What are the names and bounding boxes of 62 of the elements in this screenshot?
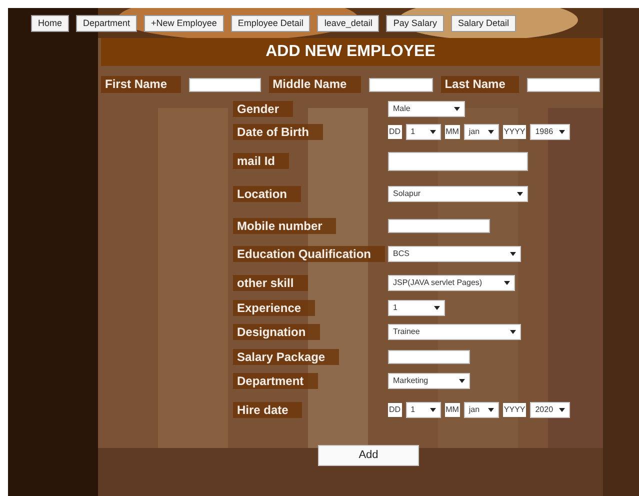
select-field[interactable]: jan	[464, 402, 499, 418]
date-part-label: MM	[444, 403, 460, 417]
caret-icon	[488, 408, 494, 412]
caret-icon	[430, 130, 436, 134]
field-label: First Name	[101, 76, 182, 93]
nav-button[interactable]: Home	[31, 15, 70, 32]
input-field[interactable]	[189, 78, 261, 92]
select-field[interactable]: 1	[406, 402, 441, 418]
caret-icon	[504, 280, 510, 284]
caret-icon	[510, 330, 516, 334]
caret-icon	[430, 408, 436, 412]
field-label: mail Id	[233, 153, 290, 169]
field-label: Education Qualification	[233, 246, 386, 262]
field-label: Salary Package	[233, 348, 340, 364]
caret-icon	[488, 130, 494, 134]
date-part-label: DD	[388, 403, 402, 417]
date-part-label: YYYY	[502, 125, 526, 139]
add-button[interactable]: Add	[318, 445, 419, 466]
field-label: Middle Name	[268, 76, 361, 93]
caret-icon	[454, 106, 460, 110]
caret-icon	[559, 408, 566, 412]
date-part-label: DD	[388, 125, 402, 139]
caret-icon	[434, 306, 440, 310]
field-label: Location	[233, 186, 301, 202]
nav-button[interactable]: Department	[76, 15, 138, 32]
select-field[interactable]: Trainee	[388, 324, 521, 340]
field-label: other skill	[233, 274, 308, 290]
caret-icon	[510, 252, 516, 256]
field-label: Last Name	[440, 76, 520, 93]
nav-button[interactable]: Pay Salary	[386, 15, 444, 32]
field-label: Designation	[233, 324, 320, 340]
date-part-label: YYYY	[502, 403, 526, 417]
caret-icon	[559, 130, 566, 134]
page-title: ADD NEW EMPLOYEE	[101, 38, 600, 66]
input-field[interactable]	[388, 219, 490, 233]
select-field[interactable]: 1986	[530, 124, 570, 140]
input-field[interactable]	[388, 350, 470, 364]
select-field[interactable]: 2020	[530, 402, 570, 418]
field-label: Date of Birth	[233, 124, 323, 140]
nav-button[interactable]: Employee Detail	[230, 15, 310, 32]
nav-button[interactable]: +New Employee	[144, 15, 224, 32]
field-label: Hire date	[233, 402, 302, 418]
field-label: Experience	[233, 300, 316, 316]
select-field[interactable]: 1	[406, 124, 441, 140]
caret-icon	[459, 379, 465, 383]
input-field[interactable]	[388, 152, 528, 170]
field-label: Mobile number	[233, 218, 336, 234]
select-field[interactable]: jan	[464, 124, 499, 140]
select-field[interactable]: JSP(JAVA servlet Pages)	[388, 274, 515, 290]
field-label: Department	[233, 373, 318, 389]
select-field[interactable]: Male	[388, 100, 465, 116]
field-label: Gender	[233, 100, 294, 116]
select-field[interactable]: Marketing	[388, 373, 470, 389]
select-field[interactable]: 1	[388, 300, 445, 316]
date-part-label: MM	[444, 125, 460, 139]
select-field[interactable]: BCS	[388, 246, 521, 262]
nav-button[interactable]: leave_detail	[317, 15, 380, 32]
input-field[interactable]	[368, 78, 433, 92]
nav-button[interactable]: Salary Detail	[450, 15, 516, 32]
input-field[interactable]	[527, 78, 600, 92]
select-field[interactable]: Solapur	[388, 186, 528, 202]
caret-icon	[517, 192, 523, 196]
